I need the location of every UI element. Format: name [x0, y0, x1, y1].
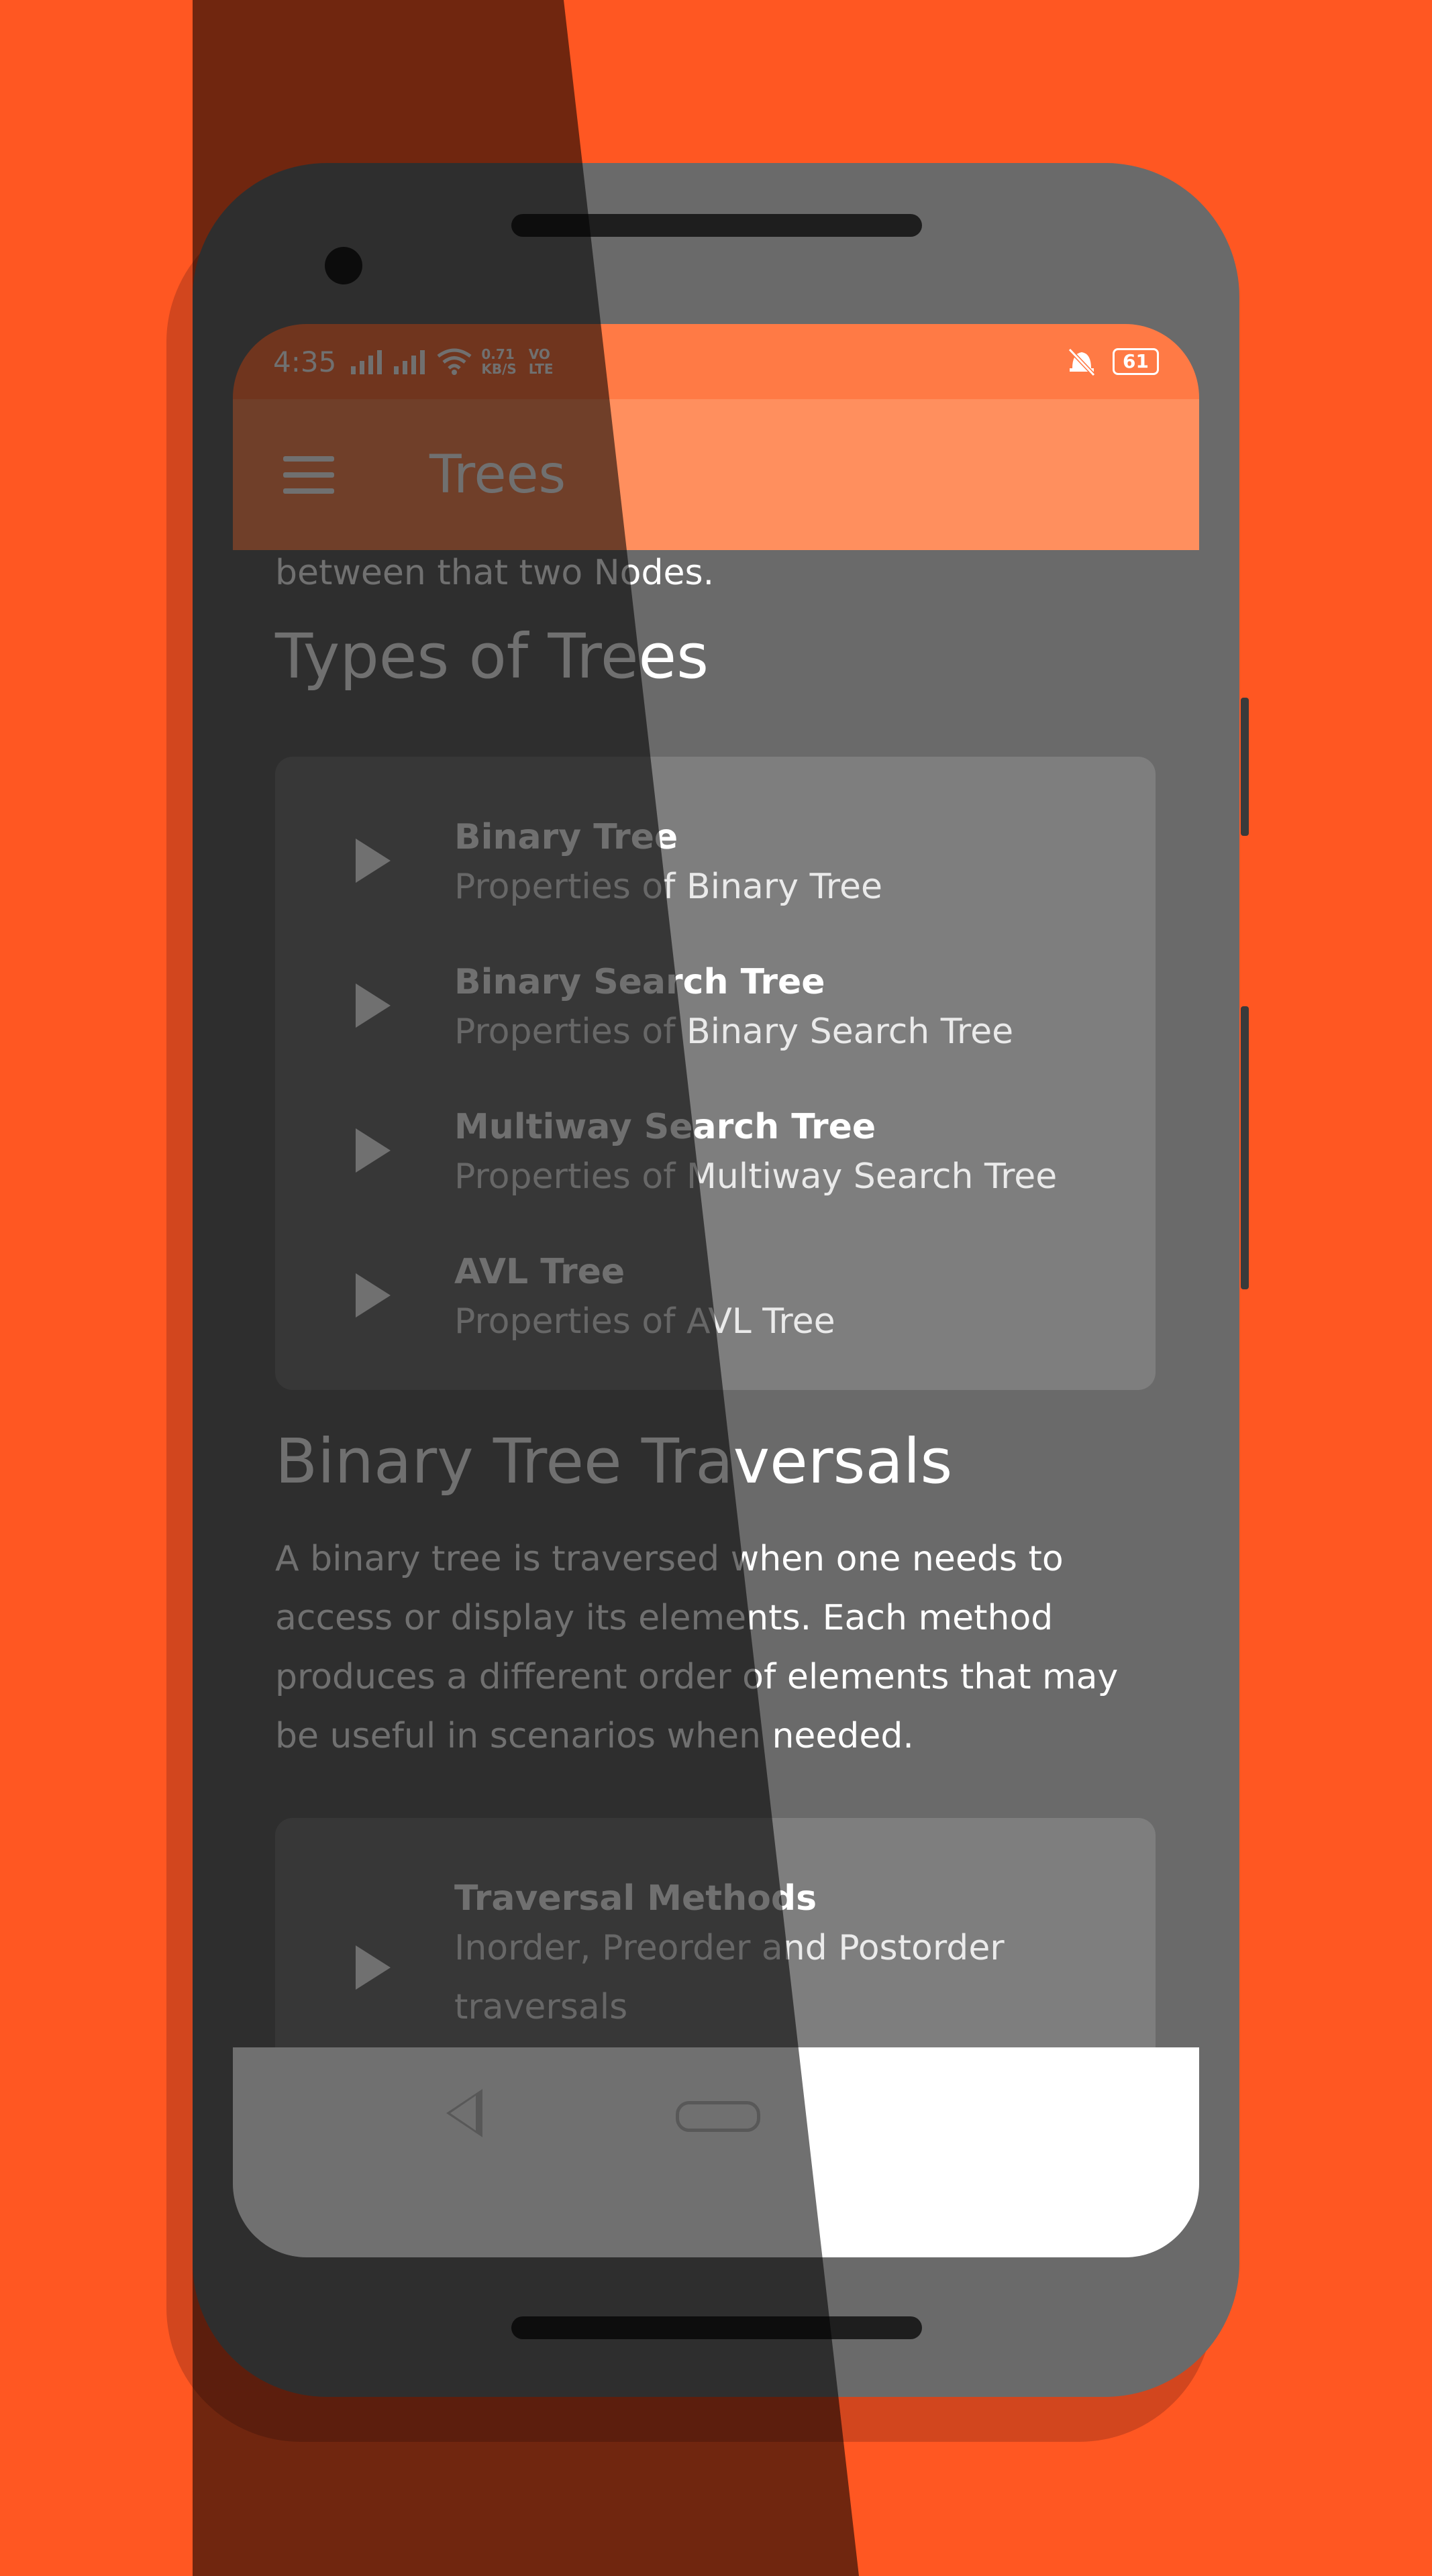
status-time: 4:35: [273, 345, 337, 378]
hamburger-menu-icon[interactable]: [283, 455, 334, 495]
traversal-card: Traversal Methods Inorder, Preorder and …: [275, 1818, 1156, 2047]
front-camera: [325, 247, 362, 284]
home-pill-icon[interactable]: [676, 2101, 760, 2132]
volume-button: [1241, 698, 1249, 836]
volte-indicator: VO LTE: [529, 347, 554, 376]
play-icon: [356, 839, 391, 883]
net-speed-value: 0.71: [481, 346, 515, 362]
app-bar: Trees: [233, 399, 1199, 550]
item-subtitle: Properties of Binary Tree: [454, 867, 882, 907]
vibrate-off-icon: [1068, 347, 1096, 376]
play-icon: [356, 1273, 391, 1318]
network-speed: 0.71 KB/S: [481, 347, 516, 376]
power-button: [1241, 1006, 1249, 1289]
item-title: Traversal Methods: [454, 1878, 817, 1919]
volte-bottom: LTE: [528, 361, 554, 377]
top-speaker: [511, 214, 922, 237]
volte-top: VO: [528, 346, 550, 362]
play-icon: [356, 983, 391, 1028]
battery-icon: 61: [1113, 348, 1159, 375]
content-area[interactable]: between that two Nodes. Types of Trees B…: [233, 550, 1199, 2047]
traversals-description: A binary tree is traversed when one need…: [275, 1539, 1119, 1756]
traversals-heading: Binary Tree Traversals: [275, 1426, 953, 1497]
back-icon-inner: [450, 2096, 476, 2131]
item-title: Binary Tree: [454, 817, 678, 857]
item-subtitle: Properties of AVL Tree: [454, 1301, 835, 1342]
types-card: Binary Tree Properties of Binary Tree Bi…: [275, 757, 1156, 1390]
intro-text: between that two Nodes.: [275, 553, 715, 593]
bottom-speaker: [511, 2316, 922, 2339]
item-subtitle: Properties of Multiway Search Tree: [454, 1157, 1058, 1197]
types-heading: Types of Trees: [275, 621, 709, 692]
page-title: Trees: [429, 444, 566, 505]
item-title: Multiway Search Tree: [454, 1107, 876, 1147]
phone-screen: 4:35 0.71 KB/S VO LTE 61 Trees between t…: [233, 324, 1199, 2257]
signal-icon: [351, 349, 382, 374]
signal-icon: [394, 349, 425, 374]
item-subtitle: Inorder, Preorder and Postorder traversa…: [454, 1928, 1005, 2027]
item-subtitle: Properties of Binary Search Tree: [454, 1012, 1014, 1052]
item-title: AVL Tree: [454, 1252, 625, 1292]
status-bar: 4:35 0.71 KB/S VO LTE 61: [233, 324, 1199, 399]
net-speed-unit: KB/S: [481, 361, 517, 377]
item-title: Binary Search Tree: [454, 962, 825, 1002]
play-icon: [356, 1128, 391, 1173]
phone-frame: 4:35 0.71 KB/S VO LTE 61 Trees between t…: [193, 163, 1239, 2397]
play-icon: [356, 1945, 391, 1990]
navigation-bar: [233, 2047, 1199, 2257]
wifi-icon: [437, 348, 472, 375]
